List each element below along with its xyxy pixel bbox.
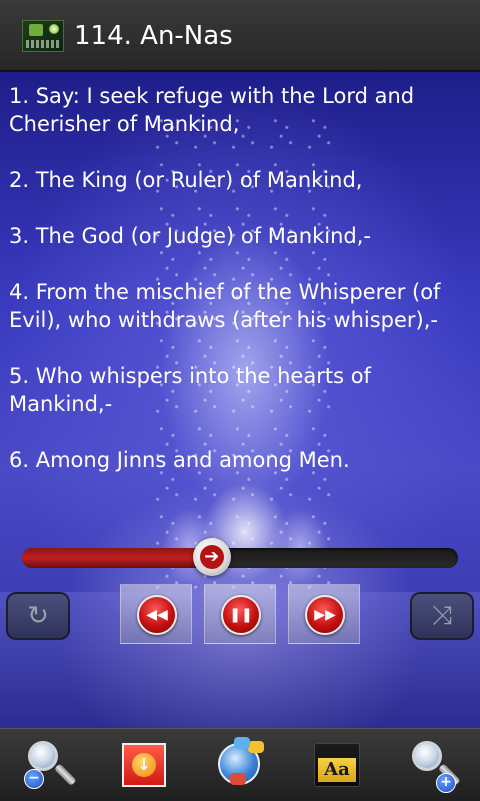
minus-badge: −: [24, 769, 44, 789]
verse-2: 2. The King (or Ruler) of Mankind,: [9, 168, 363, 192]
repeat-button[interactable]: ↻: [6, 592, 70, 640]
zoom-in-icon: [412, 741, 442, 771]
rewind-icon: ◀◀: [137, 595, 177, 635]
font-size-icon: Aa: [314, 743, 360, 787]
verse-4: 4. From the mischief of the Whisperer (o…: [9, 280, 448, 332]
verse-5: 5. Who whispers into the hearts of Manki…: [9, 364, 378, 416]
quran-app-icon[interactable]: [22, 20, 64, 52]
seek-thumb[interactable]: ➔: [192, 538, 231, 576]
pause-icon: ❚❚: [221, 595, 261, 635]
download-button[interactable]: ↓: [114, 735, 174, 795]
seek-bar-progress: [22, 548, 212, 568]
verse-list: 1. Say: I seek refuge with the Lord and …: [9, 82, 469, 502]
font-size-label: Aa: [318, 758, 356, 782]
book-graphic: [29, 24, 43, 36]
chat-bubble-yellow: [248, 741, 264, 753]
shuffle-button[interactable]: ⤨: [410, 592, 474, 640]
font-size-button[interactable]: Aa: [306, 735, 366, 795]
download-arrow: ↓: [132, 753, 156, 777]
rewind-button[interactable]: ◀◀: [120, 584, 192, 644]
seek-bar[interactable]: [22, 548, 458, 568]
verse-3: 3. The God (or Judge) of Mankind,-: [9, 224, 371, 248]
verse-content-area: 1. Say: I seek refuge with the Lord and …: [0, 72, 480, 728]
verse-1: 1. Say: I seek refuge with the Lord and …: [9, 84, 421, 136]
translate-button[interactable]: [212, 735, 272, 795]
download-icon: ↓: [122, 743, 166, 787]
zoom-out-icon: [28, 741, 58, 771]
fast-forward-icon: ▶▶: [305, 595, 345, 635]
pause-button[interactable]: ❚❚: [204, 584, 276, 644]
fast-forward-button[interactable]: ▶▶: [288, 584, 360, 644]
action-bar: 114. An-Nas: [0, 0, 480, 72]
page-title: 114. An-Nas: [74, 21, 233, 51]
chat-bubble-blue: [234, 737, 250, 749]
icon-text-graphic: [26, 40, 60, 48]
arrow-right-icon: ➔: [199, 545, 224, 569]
repeat-icon: ↻: [27, 601, 49, 631]
glow-graphic: [49, 24, 59, 34]
zoom-out-button[interactable]: −: [18, 735, 78, 795]
verse-6: 6. Among Jinns and among Men.: [9, 448, 350, 472]
chat-bubble-red: [230, 773, 246, 785]
bottom-toolbar: − ↓ Aa +: [0, 728, 480, 801]
zoom-in-button[interactable]: +: [402, 735, 462, 795]
shuffle-icon: ⤨: [431, 601, 453, 631]
magnifier-handle: [54, 763, 77, 786]
plus-badge: +: [436, 773, 456, 793]
